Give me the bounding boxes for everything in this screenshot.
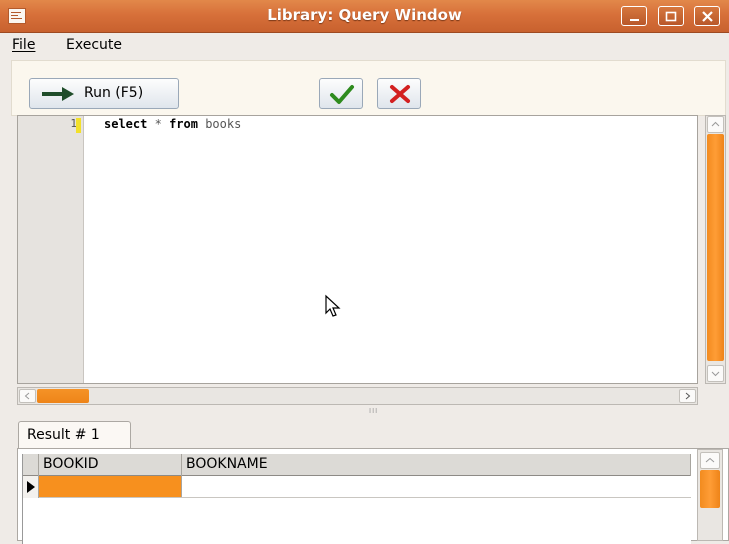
close-icon [702,11,713,22]
operator-star: * [154,117,162,131]
table-row[interactable] [23,476,691,498]
rollback-button[interactable] [377,78,421,109]
menu-execute[interactable]: Execute [66,37,122,53]
chevron-right-icon [685,392,691,400]
minimize-button[interactable] [621,6,647,26]
maximize-button[interactable] [658,6,684,26]
result-vertical-scrollbar[interactable] [697,449,723,541]
run-button-label: Run (F5) [84,85,144,101]
arrow-right-icon [42,87,74,101]
maximize-icon [665,11,677,22]
menu-file-label: File [12,37,36,53]
table-name: books [205,117,242,131]
x-icon [390,85,410,103]
current-line-marker [76,118,81,133]
row-indicator [23,476,39,498]
menu-file[interactable]: File [12,37,35,53]
commit-button[interactable] [319,78,363,109]
column-header-label: BOOKNAME [186,456,268,472]
keyword-from: from [169,117,198,131]
menu-execute-label: Execute [66,37,122,53]
checkmark-icon [330,85,354,104]
cell-bookid[interactable] [39,476,182,497]
scroll-thumb[interactable] [707,134,724,361]
toolbar: Run (F5) [11,60,726,116]
chevron-up-icon [711,121,720,127]
result-panel: BOOKID BOOKNAME [17,448,729,544]
editor-vertical-scrollbar[interactable] [705,115,726,384]
result-scroll-up-button[interactable] [700,452,720,469]
minimize-icon [630,19,639,21]
close-button[interactable] [694,6,720,26]
cell-bookname[interactable] [182,476,691,497]
splitter-grip: III [369,407,379,415]
current-row-arrow-icon [27,481,35,493]
row-header-corner [23,454,39,476]
result-tab-bar: Result # 1 [17,418,729,449]
tab-result-label: Result # 1 [27,427,100,443]
run-button[interactable]: Run (F5) [29,78,179,109]
window-title: Library: Query Window [267,6,462,24]
result-grid[interactable]: BOOKID BOOKNAME [22,454,691,544]
title-bar: Library: Query Window [0,0,729,33]
tab-result-1[interactable]: Result # 1 [18,421,131,449]
chevron-left-icon [24,392,30,400]
sql-editor[interactable]: 1 select * from books [17,115,698,384]
column-header-bookname[interactable]: BOOKNAME [182,454,691,476]
sql-code-line: select * from books [104,117,241,131]
pane-splitter[interactable]: III [17,407,729,417]
menu-bar: File Execute [0,33,729,58]
mouse-cursor-icon [325,294,341,317]
horizontal-scroll-thumb[interactable] [37,389,89,403]
scroll-down-button[interactable] [707,365,724,382]
chevron-up-icon [705,457,715,463]
line-number-gutter: 1 [18,116,84,383]
chevron-down-icon [711,371,720,377]
scroll-up-button[interactable] [707,116,724,133]
scroll-left-button[interactable] [19,389,36,403]
result-scroll-thumb[interactable] [700,470,720,508]
editor-horizontal-scrollbar[interactable] [17,387,698,405]
scroll-right-button[interactable] [679,389,696,403]
grid-header: BOOKID BOOKNAME [23,454,691,476]
column-header-label: BOOKID [43,456,99,472]
column-header-bookid[interactable]: BOOKID [39,454,182,476]
keyword-select: select [104,117,148,131]
